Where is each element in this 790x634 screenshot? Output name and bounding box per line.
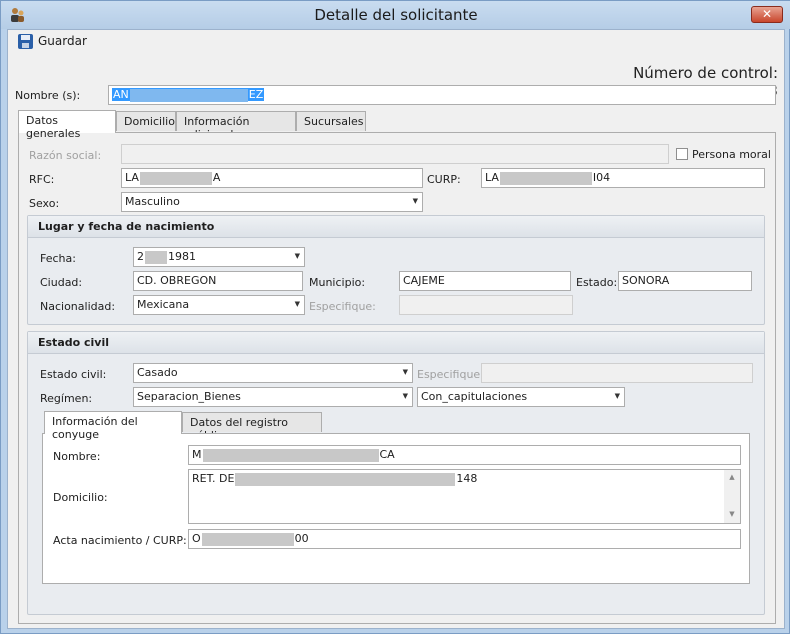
fecha-picker[interactable]: 2 1981 [133,247,305,267]
tab-informacion-adicional[interactable]: Información adicional [176,111,296,141]
nacionalidad-especifique-input[interactable] [399,295,573,315]
conyuge-nombre-end: CA [379,448,395,461]
save-button-label: Guardar [38,34,87,48]
redacted-text [235,472,456,486]
rfc-label: RFC: [29,173,55,186]
curp-label: CURP: [427,173,461,186]
estado-civil-label: Estado civil: [40,368,107,381]
redacted-text [145,250,167,264]
redacted-text [139,171,212,185]
nacionalidad-select[interactable]: Mexicana [133,295,305,315]
domicilio-scrollbar[interactable]: ▲ ▼ [724,470,740,523]
estado-civil-group: Estado civil Estado civil: Casado Especi… [27,331,765,615]
estado-civil-group-title: Estado civil [28,332,764,354]
tab-informacion-conyuge[interactable]: Información del conyuge [44,411,182,441]
conyuge-nombre-start: M [192,448,202,461]
acta-value-start: O [192,532,201,545]
curp-value-start: LA [485,171,499,184]
persona-moral-checkbox[interactable] [676,148,688,160]
fecha-value-end: 1981 [168,250,196,263]
tab-sucursales[interactable]: Sucursales [296,111,366,131]
redacted-text [129,88,248,102]
estado-input[interactable]: SONORA [618,271,752,291]
estado-civil-select[interactable]: Casado [133,363,413,383]
redacted-text [499,171,592,185]
redacted-text [201,532,294,546]
nombre-input[interactable]: AN EZ [108,85,776,105]
conyuge-domicilio-textarea[interactable]: RET. DE 148 ▲ ▼ [188,469,741,524]
sexo-label: Sexo: [29,197,60,210]
rfc-value-start: LA [125,171,139,184]
datos-generales-panel: Razón social: Persona moral RFC: LA A CUR… [18,132,776,624]
tab-domicilio[interactable]: Domicilio [116,111,176,131]
tab-registro-publico[interactable]: Datos del registro público [182,412,322,442]
acta-value-end: 00 [294,532,309,545]
application-window: Detalle del solicitante ✕ Guardar Número… [0,0,790,634]
control-number-label: Número de control: [633,64,778,82]
acta-curp-label: Acta nacimiento / CURP: [53,534,187,547]
curp-value-end: I04 [592,171,611,184]
scroll-up-icon[interactable]: ▲ [724,470,740,484]
nombre-label: Nombre (s): [15,89,81,102]
municipio-label: Municipio: [309,276,366,289]
nacionalidad-label: Nacionalidad: [40,300,116,313]
scroll-down-icon[interactable]: ▼ [724,507,740,521]
nacionalidad-especifique-label: Especifique: [309,300,376,313]
sexo-select[interactable]: Masculino [121,192,423,212]
ciudad-label: Ciudad: [40,276,83,289]
capitulaciones-select[interactable]: Con_capitulaciones [417,387,625,407]
razon-social-input[interactable] [121,144,669,164]
conyuge-panel: Nombre: M CA Domicilio: RET. DE 148 ▲ ▼ Ac… [42,433,750,584]
redacted-text [202,448,379,462]
nacimiento-group: Lugar y fecha de nacimiento Fecha: 2 1981… [27,215,765,325]
rfc-input[interactable]: LA A [121,168,423,188]
municipio-input[interactable]: CAJEME [399,271,571,291]
save-button[interactable]: Guardar [14,31,91,51]
conyuge-nombre-label: Nombre: [53,450,101,463]
civil-especifique-input[interactable] [481,363,753,383]
tab-datos-generales[interactable]: Datos generales [18,110,116,140]
title-bar: Detalle del solicitante ✕ [1,1,790,29]
civil-especifique-label: Especifique: [417,368,484,381]
save-disk-icon [18,33,33,49]
razon-social-label: Razón social: [29,149,102,162]
nacimiento-group-title: Lugar y fecha de nacimiento [28,216,764,238]
conyuge-domicilio-label: Domicilio: [53,491,108,504]
nombre-value-start: AN [113,88,129,101]
conyuge-domicilio-end: 148 [456,472,478,485]
toolbar: Guardar [8,30,784,54]
curp-input[interactable]: LA I04 [481,168,765,188]
ciudad-input[interactable]: CD. OBREGON [133,271,303,291]
estado-label: Estado: [576,276,618,289]
close-button[interactable]: ✕ [751,6,783,23]
window-title: Detalle del solicitante [314,6,478,24]
regimen-label: Regímen: [40,392,93,405]
fecha-label: Fecha: [40,252,76,265]
acta-curp-input[interactable]: O 00 [188,529,741,549]
nombre-value-end: EZ [248,88,264,101]
window-content: Guardar Número de control: 000143 Nombre… [7,29,785,629]
regimen-select[interactable]: Separacion_Bienes [133,387,413,407]
persona-moral-label: Persona moral [692,148,771,161]
fecha-value-start: 2 [137,250,144,263]
conyuge-nombre-input[interactable]: M CA [188,445,741,465]
rfc-value-end: A [212,171,221,184]
conyuge-domicilio-start: RET. DE [192,472,235,485]
